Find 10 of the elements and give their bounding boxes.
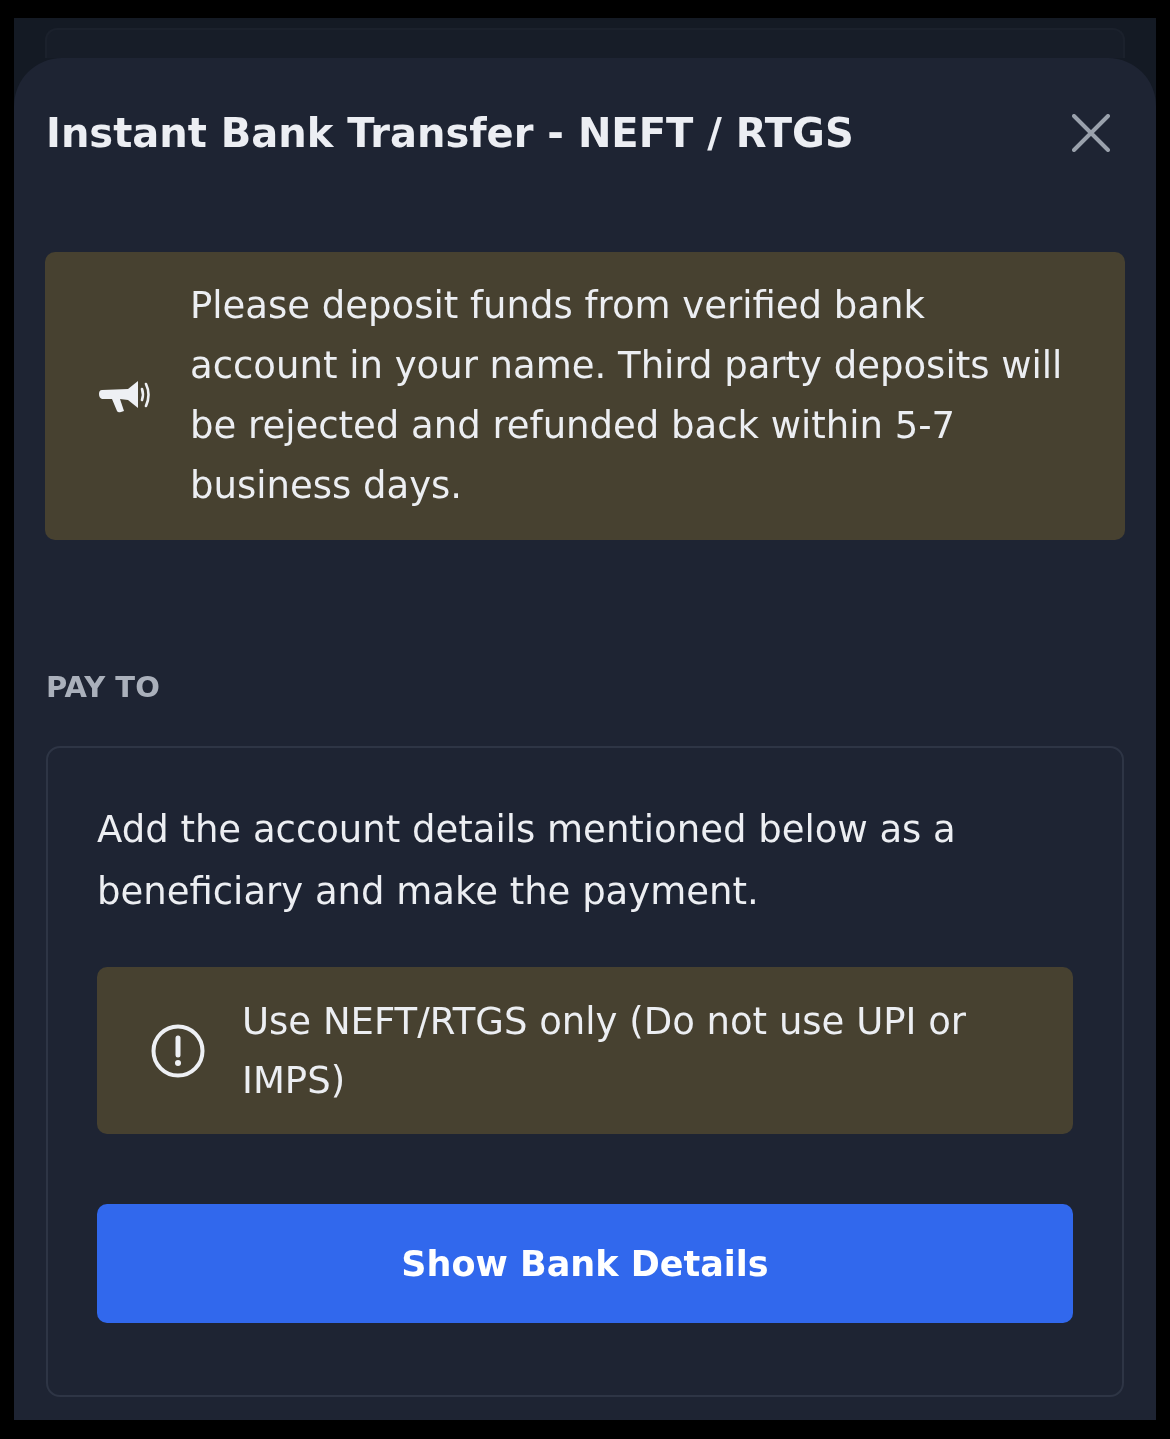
modal-title: Instant Bank Transfer - NEFT / RTGS [45, 109, 854, 158]
instructions-text: Add the account details mentioned below as a beneficiary and make the payment. [97, 807, 957, 915]
warning-text: Use NEFT/RTGS only (Do not use UPI or IMPS) [242, 998, 968, 1104]
megaphone-icon [98, 378, 152, 414]
notice-text: Please deposit funds from verified bank account in your name. Third party deposits will be rejected and refunded back within 5-7 business days. [190, 283, 1064, 509]
section-label: PAY TO [45, 669, 160, 706]
close-icon [1072, 114, 1110, 152]
exclamation-circle-icon [151, 1023, 205, 1078]
close-button[interactable] [1072, 114, 1110, 152]
show-bank-details-button[interactable]: Show Bank Details [97, 1204, 1073, 1323]
